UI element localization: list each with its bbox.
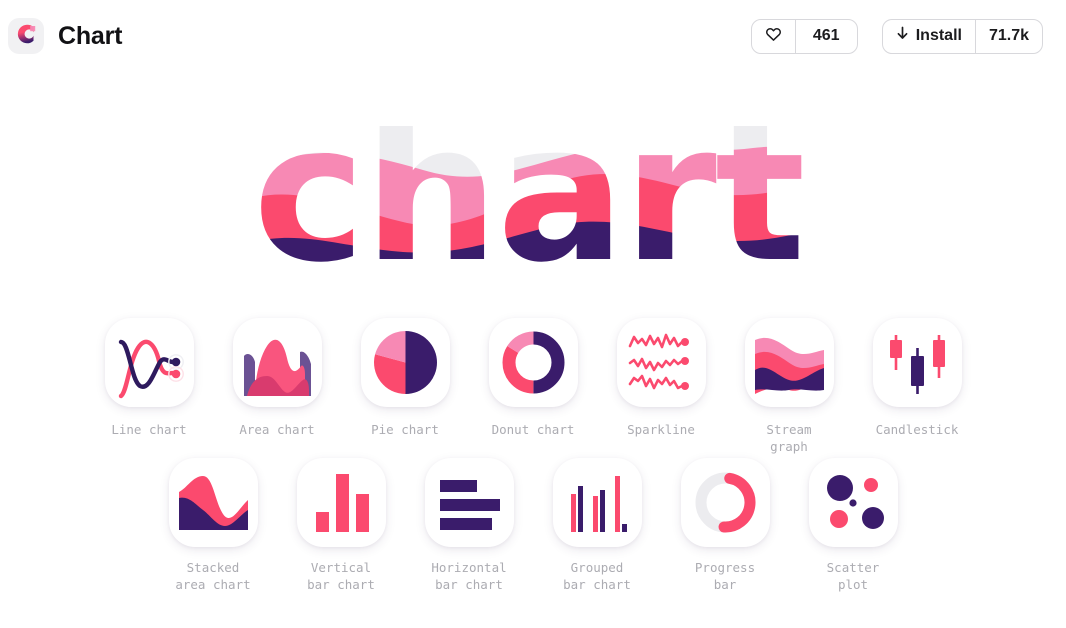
header-actions: 461 Install 71.7k: [750, 18, 1066, 54]
chart-card-vertical-bar-chart[interactable]: Vertical bar chart: [296, 458, 386, 593]
card-art-scatter-plot[interactable]: [808, 458, 898, 547]
install-label: Install: [915, 27, 962, 44]
chart-card-candlestick[interactable]: Candlestick: [872, 318, 962, 455]
card-art-stacked-area-chart[interactable]: [168, 458, 258, 547]
like-button[interactable]: 461: [750, 18, 858, 54]
chart-card-scatter-plot[interactable]: Scatter plot: [808, 458, 898, 593]
heart-icon-seg[interactable]: [752, 20, 795, 53]
chart-card-label: Horizontal bar chart: [431, 560, 507, 592]
card-art-sparkline[interactable]: [616, 318, 706, 407]
page-title: Chart: [58, 21, 123, 50]
install-count: 71.7k: [974, 19, 1042, 53]
chart-card-label: Donut chart: [491, 422, 575, 437]
card-art-vertical-bar-chart[interactable]: [296, 458, 386, 547]
chart-card-label: Area chart: [239, 422, 315, 437]
chart-card-label: Pie chart: [371, 422, 439, 437]
chart-card-label: Progress bar: [694, 560, 756, 592]
chart-card-stacked-area-chart[interactable]: Stacked area chart: [168, 458, 258, 593]
card-art-horizontal-bar-chart[interactable]: [424, 458, 514, 547]
chart-card-label: Line chart: [111, 422, 187, 437]
chart-card-label: Candlestick: [875, 422, 959, 437]
chart-card-area-chart[interactable]: Area chart: [232, 318, 322, 455]
card-art-progress-bar[interactable]: [680, 458, 770, 547]
card-art-stream-graph[interactable]: [744, 318, 834, 407]
chart-type-grid-row-2: Stacked area chart Vertical bar chart Ho…: [0, 458, 1066, 593]
hero-wordmark-wrap: chart: [0, 126, 1066, 276]
chart-card-label: Scatter plot: [826, 560, 880, 592]
hero-wordmark: chart: [253, 126, 813, 276]
chart-card-label: Sparkline: [627, 422, 695, 437]
chart-card-stream-graph[interactable]: Stream graph: [744, 318, 834, 455]
card-art-donut-chart[interactable]: [488, 318, 578, 407]
app-header: Chart 461 Install 71.7k: [0, 0, 1066, 72]
chart-card-label: Stacked area chart: [175, 560, 251, 592]
like-count: 461: [794, 19, 857, 53]
chart-card-donut-chart[interactable]: Donut chart: [488, 318, 578, 455]
chart-c-logo-icon: [13, 21, 39, 52]
brand: Chart: [0, 18, 122, 54]
card-art-line-chart[interactable]: [104, 318, 194, 407]
install-action[interactable]: Install: [883, 20, 975, 53]
card-art-grouped-bar-chart[interactable]: [552, 458, 642, 547]
card-art-candlestick[interactable]: [872, 318, 962, 407]
chart-type-grid-row-1: Line chart Area chart Pie chart Donut ch…: [0, 318, 1066, 455]
chart-card-sparkline[interactable]: Sparkline: [616, 318, 706, 455]
chart-card-pie-chart[interactable]: Pie chart: [360, 318, 450, 455]
card-art-pie-chart[interactable]: [360, 318, 450, 407]
card-art-area-chart[interactable]: [232, 318, 322, 407]
install-button[interactable]: Install 71.7k: [881, 18, 1043, 54]
chart-card-line-chart[interactable]: Line chart: [104, 318, 194, 455]
chart-card-horizontal-bar-chart[interactable]: Horizontal bar chart: [424, 458, 514, 593]
chart-card-label: Grouped bar chart: [563, 560, 631, 592]
download-arrow-icon: [896, 26, 909, 46]
chart-card-label: Stream graph: [766, 422, 812, 454]
chart-card-grouped-bar-chart[interactable]: Grouped bar chart: [552, 458, 642, 593]
app-logo-tile: [8, 18, 44, 54]
heart-icon: [765, 26, 782, 47]
chart-card-label: Vertical bar chart: [307, 560, 375, 592]
chart-card-progress-bar[interactable]: Progress bar: [680, 458, 770, 593]
